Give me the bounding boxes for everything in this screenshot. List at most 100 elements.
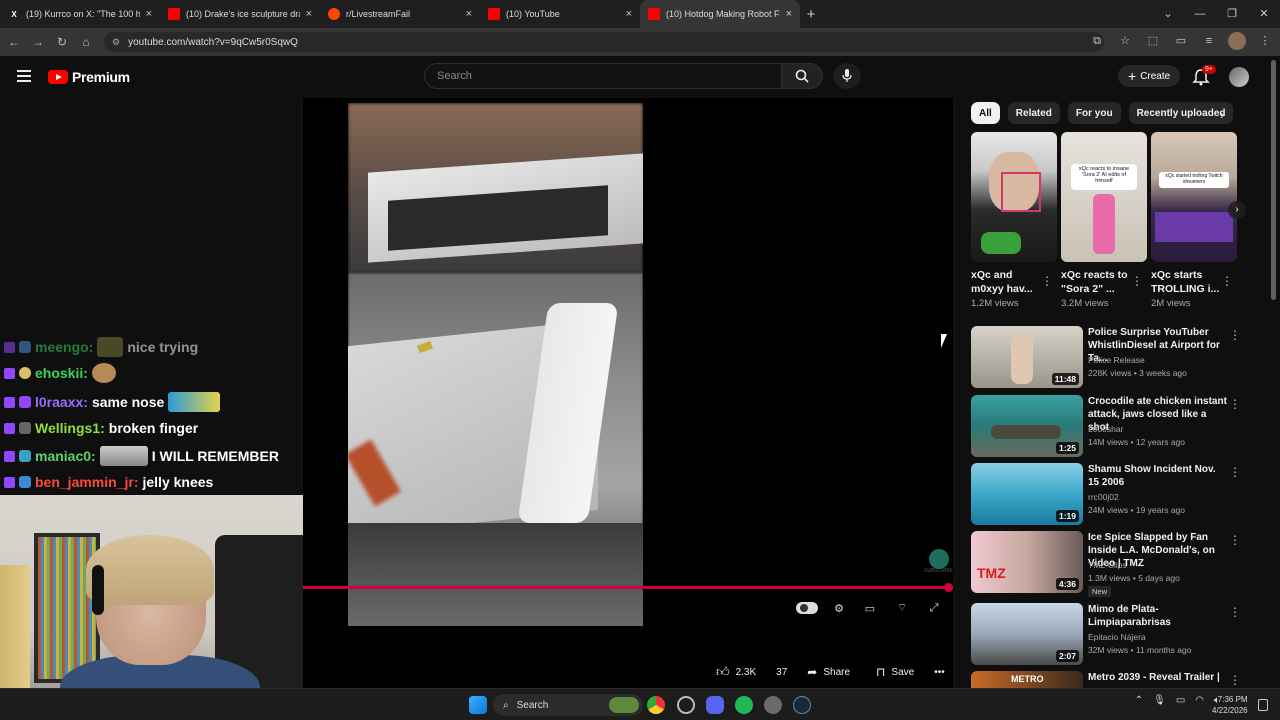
video-title[interactable]: Metro 2039 - Reveal Trailer |	[1088, 671, 1228, 684]
video-thumbnail[interactable]: 1:25	[971, 395, 1083, 457]
video-thumbnail[interactable]: METRO	[971, 671, 1083, 688]
tab-search-icon[interactable]: ⌄	[1152, 0, 1184, 28]
voice-search-button[interactable]	[833, 63, 861, 89]
progress-bar[interactable]	[303, 586, 953, 589]
close-tab-icon[interactable]: ×	[306, 8, 312, 20]
shorts-title[interactable]: xQc starts TROLLING i...	[1151, 268, 1223, 296]
shorts-title[interactable]: xQc reacts to "Sora 2" ...	[1061, 268, 1133, 296]
back-icon[interactable]: ←	[2, 35, 26, 49]
discord-icon[interactable]	[706, 696, 724, 714]
browser-tab-2[interactable]: r/LivestreamFail ×	[320, 0, 480, 28]
windows-start-icon[interactable]	[469, 696, 487, 714]
cast-icon[interactable]: ⌔	[894, 600, 910, 616]
more-actions-button[interactable]: •••	[930, 660, 949, 684]
list-item[interactable]: 1:19 Shamu Show Incident Nov. 15 2006 rr…	[971, 463, 1251, 527]
browser-tab-3[interactable]: (10) YouTube ×	[480, 0, 640, 28]
profile-icon[interactable]	[1228, 32, 1246, 50]
search-input[interactable]: Search	[424, 63, 782, 89]
chat-username[interactable]: meengo:	[35, 339, 93, 355]
forward-icon[interactable]: →	[26, 35, 50, 49]
chevron-right-icon[interactable]: ›	[1228, 201, 1246, 219]
install-icon[interactable]: ⧉	[1088, 32, 1106, 50]
chat-username[interactable]: l0raaxx:	[35, 394, 88, 410]
more-options-icon[interactable]: ⋮	[1229, 533, 1241, 547]
chip-all[interactable]: All	[971, 102, 1000, 124]
close-tab-icon[interactable]: ×	[466, 8, 472, 20]
share-button[interactable]: ➦ Share	[797, 660, 860, 684]
chat-username[interactable]: maniac0:	[35, 448, 96, 464]
shorts-thumbnail[interactable]	[971, 132, 1057, 262]
home-icon[interactable]: ⌂	[74, 35, 98, 49]
more-options-icon[interactable]: ⋮	[1229, 605, 1241, 619]
taskbar-search[interactable]: ⌕ Search	[493, 694, 643, 716]
list-item[interactable]: METRO Metro 2039 - Reveal Trailer | ⋮	[971, 671, 1251, 688]
close-tab-icon[interactable]: ×	[146, 8, 152, 20]
channel-watermark-icon[interactable]	[929, 549, 949, 569]
wifi-icon[interactable]: ◠	[1195, 695, 1204, 706]
more-options-icon[interactable]: ⋮	[1221, 274, 1233, 288]
spotify-icon[interactable]	[735, 696, 753, 714]
minimize-icon[interactable]: —	[1184, 0, 1216, 28]
chip-related[interactable]: Related	[1007, 102, 1060, 124]
settings-icon[interactable]	[764, 696, 782, 714]
video-thumbnail[interactable]: 1:19	[971, 463, 1083, 525]
search-button[interactable]	[781, 63, 823, 89]
account-avatar[interactable]	[1229, 67, 1249, 87]
close-window-icon[interactable]: ✕	[1248, 0, 1280, 28]
browser-tab-4[interactable]: (10) Hotdog Making Robot Fail ×	[640, 0, 800, 28]
page-scrollbar[interactable]	[1271, 60, 1276, 300]
url-bar[interactable]: ⚙ youtube.com/watch?v=9qCw5r0SqwQ	[104, 32, 1104, 52]
more-options-icon[interactable]: ⋮	[1041, 274, 1053, 288]
close-tab-icon[interactable]: ×	[626, 8, 632, 20]
progress-scrubber[interactable]	[944, 583, 953, 592]
browser-tab-0[interactable]: X (19) Kurrco on X: "The 100 hotdog ×	[0, 0, 160, 28]
shorts-thumbnail[interactable]: xQc started trolling Twitch streamers	[1151, 132, 1237, 262]
channel-name[interactable]: TMZ Clips	[1088, 560, 1127, 570]
bookmark-star-icon[interactable]: ☆	[1116, 32, 1134, 50]
video-title[interactable]: Shamu Show Incident Nov. 15 2006	[1088, 463, 1228, 489]
channel-name[interactable]: Epitacio Nájera	[1088, 632, 1146, 642]
channel-name[interactable]: 2000shar	[1088, 424, 1123, 434]
list-item[interactable]: 11:48 Police Surprise YouTuber WhistlinD…	[971, 326, 1251, 390]
channel-name[interactable]: rrc00j02	[1088, 492, 1119, 502]
youtube-logo[interactable]: Premium	[48, 69, 130, 85]
menu-icon[interactable]: ⋮	[1256, 32, 1274, 50]
close-tab-icon[interactable]: ×	[786, 8, 792, 20]
network-icon[interactable]: ▭	[1176, 695, 1185, 706]
reload-icon[interactable]: ↻	[50, 35, 74, 49]
chat-username[interactable]: Wellings1:	[35, 420, 105, 436]
list-item[interactable]: 1:25 Crocodile ate chicken instant attac…	[971, 395, 1251, 459]
autoplay-toggle[interactable]	[796, 602, 818, 614]
video-thumbnail[interactable]: 11:48	[971, 326, 1083, 388]
list-item[interactable]: 2:07 Mimo de Plata- Limpiaparabrisas Epi…	[971, 603, 1251, 667]
shorts-thumbnail[interactable]: xQc reacts to insane 'Sora 2' AI edits o…	[1061, 132, 1147, 262]
list-item[interactable]: TMZ 4:36 Ice Spice Slapped by Fan Inside…	[971, 531, 1251, 597]
restore-icon[interactable]: ❐	[1216, 0, 1248, 28]
more-options-icon[interactable]: ⋮	[1229, 673, 1241, 687]
more-options-icon[interactable]: ⋮	[1229, 328, 1241, 342]
like-count[interactable]: 2.3K	[736, 667, 757, 678]
chrome-icon[interactable]	[647, 696, 665, 714]
microphone-icon[interactable]: 🎙︎	[1153, 695, 1166, 706]
chat-username[interactable]: ben_jammin_jr:	[35, 474, 138, 490]
taskbar-clock[interactable]: 7:36 PM 4/22/2026	[1212, 694, 1248, 716]
miniplayer-icon[interactable]: ▭	[862, 600, 878, 616]
chevron-up-icon[interactable]: ⌃	[1135, 695, 1143, 706]
more-options-icon[interactable]: ⋮	[1229, 465, 1241, 479]
app-icon[interactable]	[677, 696, 695, 714]
channel-name[interactable]: Police Release	[1088, 355, 1145, 365]
site-info-icon[interactable]: ⚙	[112, 37, 120, 48]
video-thumbnail[interactable]: TMZ 4:36	[971, 531, 1083, 593]
save-button[interactable]: ⊓ Save	[866, 660, 924, 684]
sidebar-icon[interactable]: ▭	[1172, 32, 1190, 50]
extensions-icon[interactable]: ⬚	[1144, 32, 1162, 50]
chip-for-you[interactable]: For you	[1067, 102, 1121, 124]
like-icon[interactable]: 👍︎	[716, 664, 730, 680]
create-button[interactable]: + Create	[1118, 65, 1181, 87]
chevron-right-icon[interactable]: ›	[1213, 107, 1231, 125]
shorts-title[interactable]: xQc and m0xyy hav...	[971, 268, 1043, 296]
hamburger-menu-icon[interactable]	[17, 70, 31, 82]
video-thumbnail[interactable]: 2:07	[971, 603, 1083, 665]
video-frame[interactable]	[348, 103, 643, 626]
chat-username[interactable]: ehoskii:	[35, 365, 88, 381]
